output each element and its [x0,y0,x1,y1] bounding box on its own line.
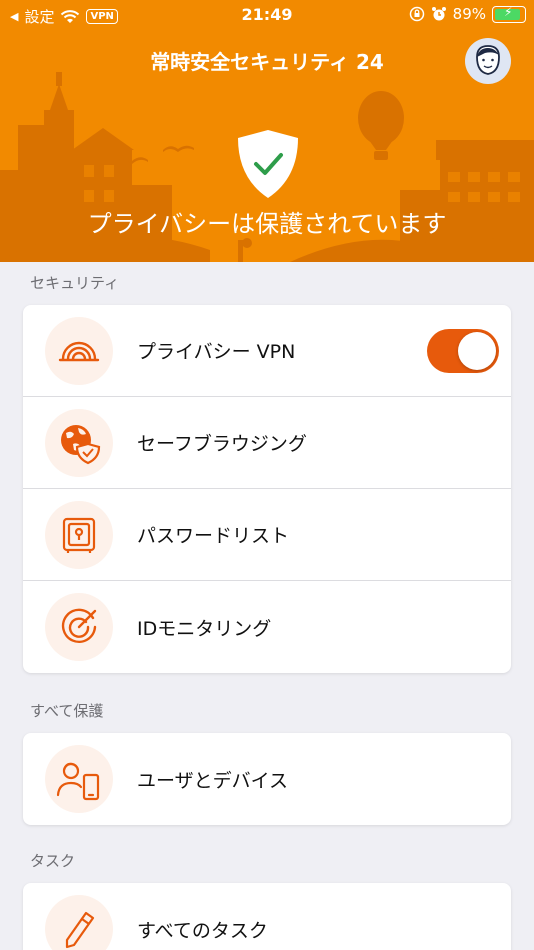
toggle-knob [458,332,496,370]
list-item-safe-browsing[interactable]: セーフブラウジング [23,397,511,489]
list-item-label: ユーザとデバイス [137,769,289,792]
battery-icon: ⚡ [492,4,526,23]
battery-percent: 89% [452,5,486,23]
header-banner: ◀ 設定 VPN 21:49 89% ⚡ 常時安全セキュリティ 24 プライバシ… [0,0,534,262]
list-item-privacy-vpn[interactable]: プライバシー VPN [23,305,511,397]
shield-check-icon [238,130,298,198]
list-item-users-devices[interactable]: ユーザとデバイス [23,733,511,825]
list-item-id-monitoring[interactable]: IDモニタリング [23,581,511,673]
vpn-signal-icon [58,341,100,362]
list-item-label: プライバシー VPN [137,341,296,363]
list-item-label: パスワードリスト [137,525,290,547]
status-right: 89% ⚡ [409,5,526,23]
app-title: 常時安全セキュリティ 24 [150,50,384,74]
section-label-tasks: タスク [30,852,76,870]
globe-shield-icon [61,425,101,465]
icon-circle [45,593,113,661]
user-face-icon [476,45,500,75]
security-card: プライバシー VPN セーフブラウジング パスワードリスト IDモニタリング [23,305,511,673]
protection-status: プライバシーは保護されています [87,210,447,238]
protect-all-card: ユーザとデバイス [23,733,511,825]
list-item-label: すべてのタスク [137,919,268,942]
alarm-icon [431,7,446,21]
list-item-all-tasks[interactable]: すべてのタスク [23,883,511,950]
list-item-label: セーフブラウジング [137,433,307,455]
app-screen: ◀ 設定 VPN 21:49 89% ⚡ 常時安全セキュリティ 24 プライバシ… [0,0,534,950]
icon-circle [45,317,113,385]
list-item-label: IDモニタリング [137,617,272,640]
charging-bolt-icon: ⚡ [504,4,513,19]
icon-circle [45,501,113,569]
orientation-lock-icon [409,6,424,22]
user-device-icon [56,762,100,801]
radar-icon [61,608,97,643]
icon-circle [45,745,113,813]
status-bar: ◀ 設定 VPN 21:49 89% ⚡ [0,0,534,32]
icon-circle [45,409,113,477]
vpn-toggle[interactable] [427,329,499,373]
list-item-password-list[interactable]: パスワードリスト [23,489,511,581]
pencil-icon [65,911,95,949]
icon-circle [45,895,113,950]
section-label-protect-all: すべて保護 [30,702,104,720]
tasks-card: すべてのタスク [23,883,511,950]
section-label-security: セキュリティ [30,274,120,292]
safe-vault-icon [62,517,96,553]
profile-avatar[interactable] [465,38,511,84]
